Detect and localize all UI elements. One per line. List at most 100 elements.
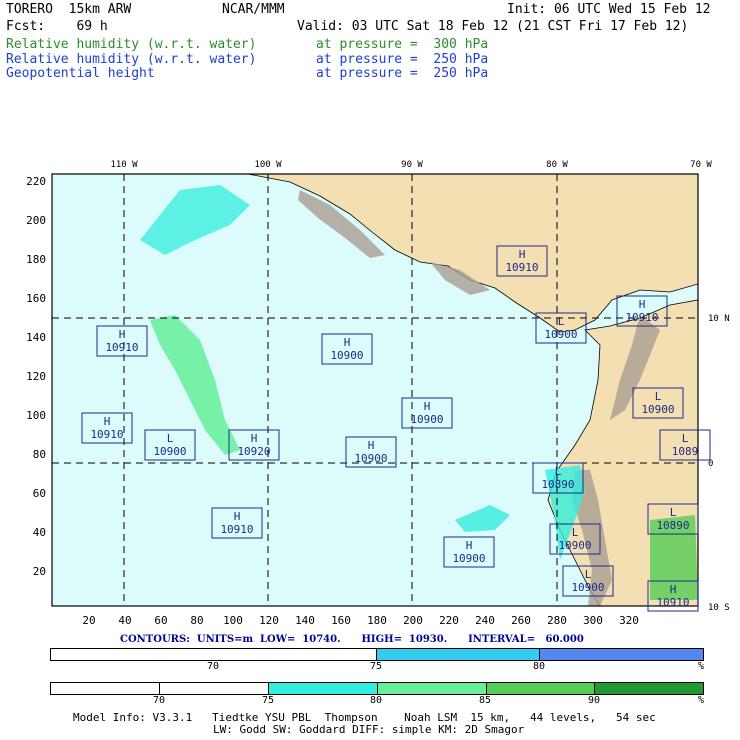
- pressure-center-value: 10900: [571, 581, 604, 594]
- pressure-center-type: H: [639, 298, 646, 311]
- x-tick-label: 320: [619, 614, 639, 627]
- pressure-center-type: L: [558, 315, 565, 328]
- lon-label: 70 W: [690, 160, 712, 170]
- pressure-center-type: L: [670, 506, 677, 519]
- x-axis: 20 40 60 80 100 120 140 160 180 200 220 …: [82, 614, 639, 627]
- pressure-center-type: H: [104, 415, 111, 428]
- pressure-center-type: H: [344, 336, 351, 349]
- x-tick-label: 240: [475, 614, 495, 627]
- pressure-center-type: H: [466, 539, 473, 552]
- pressure-center-type: L: [555, 465, 562, 478]
- pressure-center-value: 10900: [544, 328, 577, 341]
- colorbar-segment: [486, 683, 595, 694]
- x-tick-label: 180: [367, 614, 387, 627]
- x-tick-label: 120: [259, 614, 279, 627]
- colorbar-segment: [159, 683, 269, 694]
- colorbar-segment: [51, 649, 377, 660]
- y-tick-label: 220: [26, 175, 46, 188]
- pressure-center-type: L: [572, 526, 579, 539]
- lat-label: 10 S: [708, 603, 730, 613]
- colorbar-250hpa: [50, 648, 704, 661]
- pressure-center-value: 10890: [541, 478, 574, 491]
- pressure-center-value: 10910: [90, 428, 123, 441]
- colorbar-250-label: 75: [369, 661, 383, 672]
- colorbar-250-label: 80: [532, 661, 546, 672]
- pressure-center-type: H: [670, 583, 677, 596]
- colorbar-segment: [540, 649, 703, 660]
- colorbar-300-label: 85: [478, 695, 492, 706]
- colorbar-300-label: 90: [587, 695, 601, 706]
- colorbar-segment: [51, 683, 160, 694]
- pressure-center-type: L: [655, 390, 662, 403]
- y-axis: 220 200 180 160 140 120 100 80 60 40 20: [26, 175, 46, 578]
- pressure-center-value: 10900: [641, 403, 674, 416]
- pressure-center-value: 10910: [505, 261, 538, 274]
- x-tick-label: 60: [154, 614, 167, 627]
- y-tick-label: 180: [26, 253, 46, 266]
- pressure-center-value: 10900: [452, 552, 485, 565]
- y-tick-label: 140: [26, 331, 46, 344]
- colorbar-300-unit: %: [698, 695, 705, 706]
- pressure-center-value: 10900: [410, 413, 443, 426]
- pressure-center-type: H: [368, 439, 375, 452]
- x-tick-label: 100: [223, 614, 243, 627]
- y-tick-label: 160: [26, 292, 46, 305]
- y-tick-label: 120: [26, 370, 46, 383]
- lon-label: 90 W: [401, 160, 423, 170]
- y-tick-label: 40: [33, 526, 46, 539]
- x-tick-label: 280: [547, 614, 567, 627]
- colorbar-segment: [594, 683, 703, 694]
- y-tick-label: 80: [33, 448, 46, 461]
- pressure-center-value: 10900: [330, 349, 363, 362]
- lon-label: 110 W: [110, 160, 138, 170]
- pressure-center-value: 10900: [354, 452, 387, 465]
- pressure-center-value: 10910: [625, 311, 658, 324]
- pressure-center-value: 10900: [558, 539, 591, 552]
- lat-label: 10 N: [708, 314, 730, 324]
- x-tick-label: 200: [403, 614, 423, 627]
- x-tick-label: 140: [295, 614, 315, 627]
- colorbar-250-unit: %: [698, 661, 705, 672]
- weather-map[interactable]: 220 200 180 160 140 120 100 80 60 40 20 …: [0, 0, 740, 630]
- model-info-line2: LW: Godd SW: Goddard DIFF: simple KM: 2D…: [213, 723, 525, 736]
- x-tick-label: 220: [439, 614, 459, 627]
- x-tick-label: 260: [511, 614, 531, 627]
- pressure-center-type: L: [682, 432, 689, 445]
- pressure-center-value: 10900: [153, 445, 186, 458]
- colorbar-segment: [377, 649, 540, 660]
- colorbar-250-label: 70: [206, 661, 220, 672]
- colorbar-300hpa: [50, 682, 704, 695]
- latitude-labels: 10 N 0 10 S: [708, 314, 730, 613]
- pressure-center-value: 10920: [237, 445, 270, 458]
- x-tick-label: 80: [190, 614, 203, 627]
- x-tick-label: 300: [583, 614, 603, 627]
- pressure-center-type: L: [585, 568, 592, 581]
- pressure-center-type: H: [424, 400, 431, 413]
- pressure-center-value: 1089: [672, 445, 699, 458]
- pressure-center-value: 10910: [220, 523, 253, 536]
- pressure-center-type: H: [234, 510, 241, 523]
- colorbar-300-label: 70: [152, 695, 166, 706]
- pressure-center-value: 10910: [105, 341, 138, 354]
- colorbar-segment: [377, 683, 487, 694]
- y-tick-label: 100: [26, 409, 46, 422]
- pressure-center-value: 10910: [656, 596, 689, 609]
- pressure-center-type: H: [519, 248, 526, 261]
- pressure-center-type: L: [167, 432, 174, 445]
- y-tick-label: 200: [26, 214, 46, 227]
- colorbar-300-label: 80: [369, 695, 383, 706]
- colorbar-segment: [268, 683, 378, 694]
- pressure-center-value: 10890: [656, 519, 689, 532]
- longitude-labels: 110 W 100 W 90 W 80 W 70 W: [110, 160, 712, 170]
- pressure-center-type: H: [251, 432, 258, 445]
- x-tick-label: 20: [82, 614, 95, 627]
- colorbar-300-label: 75: [261, 695, 275, 706]
- contours-info: CONTOURS: UNITS=m LOW= 10740. HIGH= 1093…: [120, 634, 584, 645]
- y-tick-label: 60: [33, 487, 46, 500]
- y-tick-label: 20: [33, 565, 46, 578]
- x-tick-label: 160: [331, 614, 351, 627]
- lon-label: 80 W: [546, 160, 568, 170]
- lon-label: 100 W: [254, 160, 282, 170]
- pressure-center-type: H: [119, 328, 126, 341]
- x-tick-label: 40: [118, 614, 131, 627]
